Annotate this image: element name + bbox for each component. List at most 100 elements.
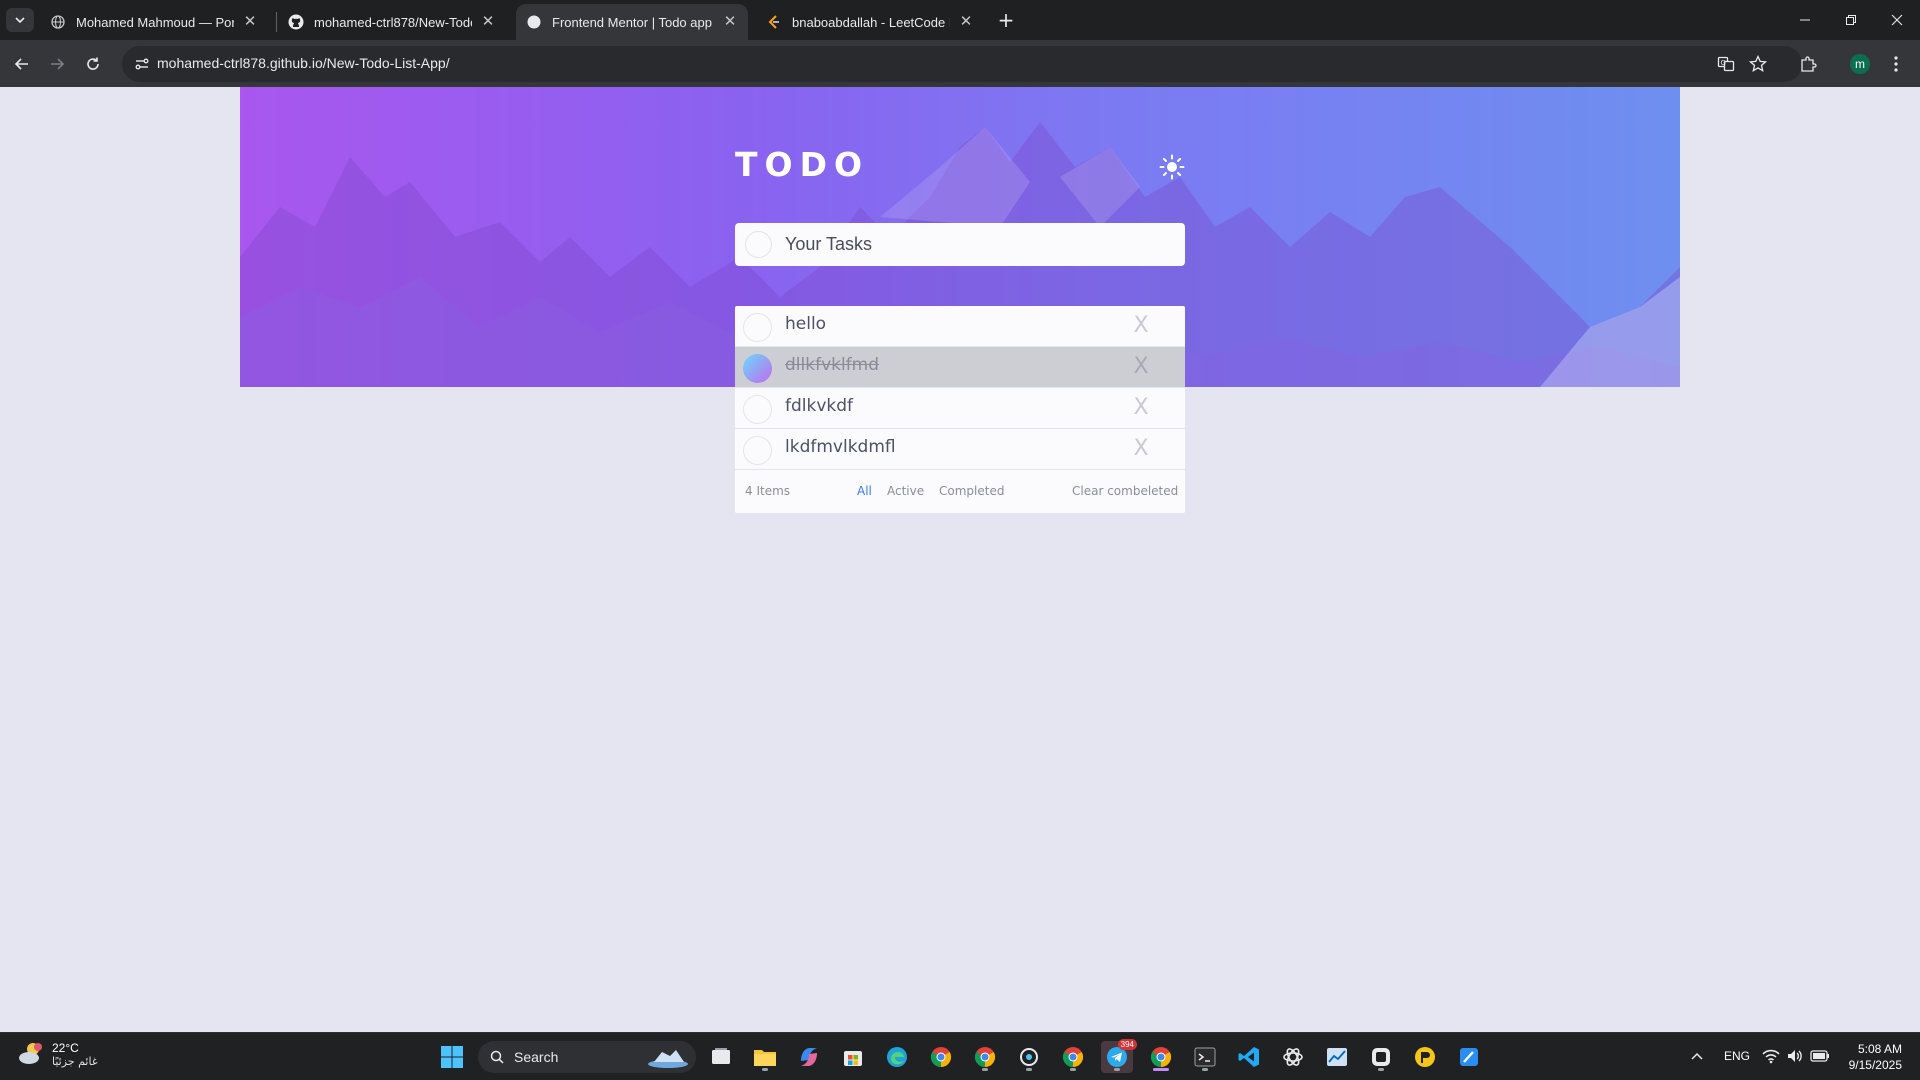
close-tab-icon[interactable]: ✕ xyxy=(242,14,258,30)
task-view-button[interactable] xyxy=(705,1041,737,1073)
filter-active[interactable]: Active xyxy=(887,484,924,498)
new-task-input[interactable] xyxy=(785,229,1165,259)
delete-todo-button[interactable]: X xyxy=(1130,355,1152,379)
arrow-left-icon xyxy=(14,58,28,70)
todo-item-completed: dllkfvklfmd X xyxy=(735,347,1185,388)
items-left-count: 4 Items xyxy=(745,484,791,498)
copilot-button[interactable] xyxy=(793,1041,825,1073)
delete-todo-button[interactable]: X xyxy=(1130,396,1152,420)
edge-button[interactable] xyxy=(881,1041,913,1073)
chrome-icon xyxy=(930,1047,952,1068)
tab-title: bnaboabdallah - LeetCode Prof xyxy=(792,14,950,30)
windows-taskbar: 22°C غائم جزئيًا Search 394 ENG 5:08 AM … xyxy=(0,1032,1920,1080)
vscode-button[interactable] xyxy=(1233,1041,1265,1073)
file-explorer-button[interactable] xyxy=(749,1041,781,1073)
forward-button[interactable] xyxy=(43,50,71,78)
terminal-icon xyxy=(1194,1047,1216,1067)
chrome-active-button[interactable] xyxy=(1145,1041,1177,1073)
chrome-icon xyxy=(974,1047,996,1068)
terminal-button[interactable] xyxy=(1189,1041,1221,1073)
chrome-profile-2-button[interactable] xyxy=(1057,1041,1089,1073)
reload-icon xyxy=(87,57,99,70)
close-tab-icon[interactable]: ✕ xyxy=(958,14,974,30)
chrome-profile-button[interactable] xyxy=(969,1041,1001,1073)
camera-icon xyxy=(1020,1048,1038,1066)
chatgpt-icon xyxy=(1283,1048,1303,1066)
paint-app-button[interactable] xyxy=(1453,1041,1485,1073)
telegram-button[interactable]: 394 xyxy=(1101,1039,1137,1073)
filter-completed[interactable]: Completed xyxy=(939,484,1004,498)
github-icon xyxy=(288,14,304,30)
sun-icon xyxy=(1159,154,1185,180)
battery-icon[interactable] xyxy=(1810,1049,1830,1063)
chevron-up-icon[interactable] xyxy=(1690,1051,1704,1061)
todo-text[interactable]: hello xyxy=(785,314,826,334)
tab-frontend-mentor[interactable]: Frontend Mentor | Todo app ✕ xyxy=(516,4,748,40)
todo-checkbox[interactable] xyxy=(743,436,772,465)
back-button[interactable] xyxy=(8,50,36,78)
new-tab-button[interactable]: + xyxy=(994,8,1018,32)
site-info-icon[interactable] xyxy=(130,52,154,76)
address-bar[interactable]: mohamed-ctrl878.github.io/New-Todo-List-… xyxy=(122,46,1802,82)
tab-search-button[interactable] xyxy=(6,8,34,32)
todo-text[interactable]: dllkfvklfmd xyxy=(785,355,879,375)
volume-icon[interactable] xyxy=(1786,1048,1804,1064)
tab-portfolio[interactable]: Mohamed Mahmoud — Portfol ✕ xyxy=(40,4,268,40)
todo-checkbox-checked[interactable] xyxy=(743,354,772,383)
new-task-checkbox[interactable] xyxy=(745,231,772,258)
running-indicator xyxy=(762,1068,768,1071)
bookmark-star-icon[interactable] xyxy=(1746,52,1770,76)
chatgpt-button[interactable] xyxy=(1277,1041,1309,1073)
delete-todo-button[interactable]: X xyxy=(1130,314,1152,338)
todo-footer: 4 Items All Active Completed Clear combe… xyxy=(735,470,1185,513)
system-clock[interactable]: 5:08 AM 9/15/2025 xyxy=(1849,1041,1902,1073)
arrow-right-icon xyxy=(51,58,65,70)
tab-leetcode[interactable]: bnaboabdallah - LeetCode Prof ✕ xyxy=(756,4,984,40)
theme-toggle-button[interactable] xyxy=(1156,151,1188,183)
minimize-button[interactable] xyxy=(1782,0,1828,40)
filter-all[interactable]: All xyxy=(857,484,872,498)
tab-github[interactable]: mohamed-ctrl878/New-Todo-Li ✕ xyxy=(278,4,506,40)
running-indicator xyxy=(1070,1068,1076,1071)
weather-partly-cloudy-icon xyxy=(19,1043,42,1064)
todo-text[interactable]: fdlkvkdf xyxy=(785,396,853,416)
clock-time: 5:08 AM xyxy=(1857,1042,1902,1056)
new-task-bar xyxy=(735,223,1185,266)
close-icon xyxy=(1891,14,1903,26)
restore-button[interactable] xyxy=(1828,0,1874,40)
input-language[interactable]: ENG xyxy=(1724,1049,1750,1063)
chrome-button[interactable] xyxy=(925,1041,957,1073)
extensions-button[interactable] xyxy=(1794,50,1822,78)
reload-button[interactable] xyxy=(79,50,107,78)
clear-completed-button[interactable]: Clear combeleted xyxy=(1072,484,1178,498)
avatar: m xyxy=(1850,54,1870,74)
delete-todo-button[interactable]: X xyxy=(1130,437,1152,461)
tab-title: mohamed-ctrl878/New-Todo-Li xyxy=(314,14,472,30)
close-tab-icon[interactable]: ✕ xyxy=(722,14,738,30)
profile-button[interactable]: m xyxy=(1846,50,1874,78)
close-window-button[interactable] xyxy=(1874,0,1920,40)
todo-checkbox[interactable] xyxy=(743,313,772,342)
start-button[interactable] xyxy=(436,1041,468,1073)
chrome-icon xyxy=(1150,1047,1172,1068)
todo-text[interactable]: lkdfmvlkdmfl xyxy=(785,437,896,457)
weather-widget[interactable]: 22°C غائم جزئيًا xyxy=(16,1039,98,1069)
app-button[interactable] xyxy=(1365,1041,1397,1073)
chart-icon xyxy=(1327,1048,1347,1066)
url-text[interactable]: mohamed-ctrl878.github.io/New-Todo-List-… xyxy=(157,55,450,71)
wifi-icon[interactable] xyxy=(1762,1048,1780,1064)
microsoft-store-button[interactable] xyxy=(837,1041,869,1073)
task-manager-button[interactable] xyxy=(1321,1041,1353,1073)
snipping-tool-button[interactable] xyxy=(1013,1041,1045,1073)
translate-icon[interactable]: G xyxy=(1714,52,1738,76)
todo-checkbox[interactable] xyxy=(743,395,772,424)
browser-menu-button[interactable] xyxy=(1882,50,1910,78)
leetcode-icon xyxy=(766,14,782,30)
close-tab-icon[interactable]: ✕ xyxy=(480,14,496,30)
taskbar-search[interactable]: Search xyxy=(478,1041,696,1073)
chevron-down-icon xyxy=(15,17,25,24)
search-icon xyxy=(490,1050,504,1064)
restore-icon xyxy=(1846,15,1856,25)
yellow-app-button[interactable] xyxy=(1409,1041,1441,1073)
svg-text:G: G xyxy=(1721,59,1726,67)
